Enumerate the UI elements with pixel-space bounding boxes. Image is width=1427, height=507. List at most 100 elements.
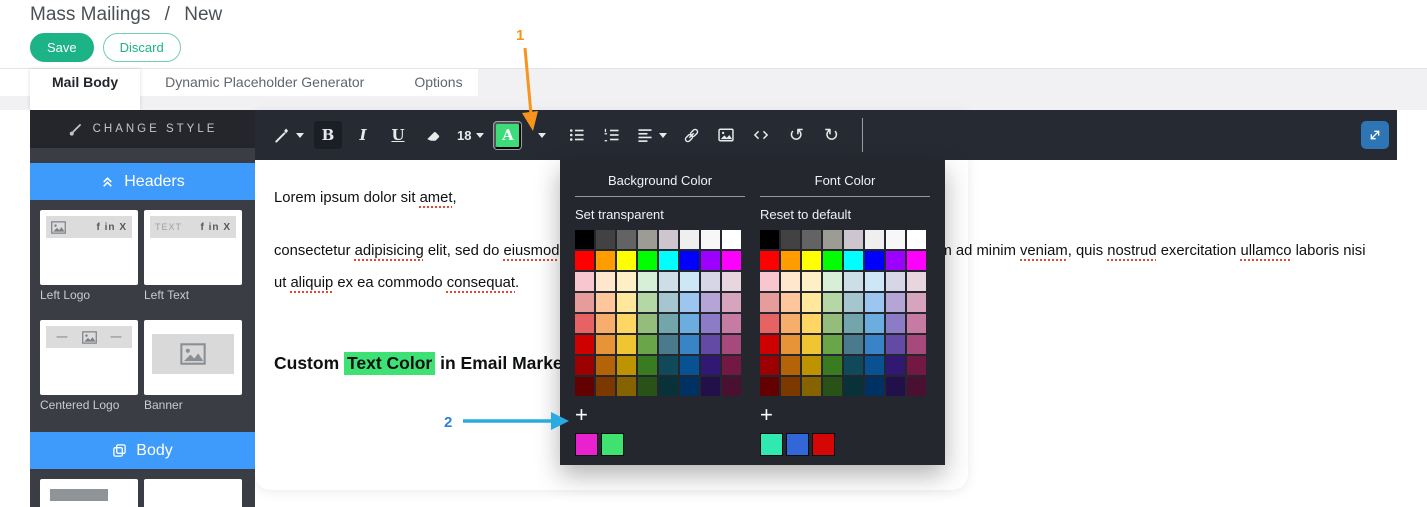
palette-swatch[interactable] bbox=[781, 377, 800, 396]
palette-swatch[interactable] bbox=[659, 251, 678, 270]
reset-to-default-button[interactable]: Reset to default bbox=[760, 207, 930, 222]
redo-button[interactable]: ↻ bbox=[817, 121, 845, 149]
palette-swatch[interactable] bbox=[680, 230, 699, 249]
palette-swatch[interactable] bbox=[844, 335, 863, 354]
palette-swatch[interactable] bbox=[722, 251, 741, 270]
palette-swatch[interactable] bbox=[823, 293, 842, 312]
custom-color-swatch[interactable] bbox=[786, 433, 809, 456]
undo-button[interactable]: ↺ bbox=[782, 121, 810, 149]
palette-swatch[interactable] bbox=[823, 377, 842, 396]
palette-swatch[interactable] bbox=[823, 335, 842, 354]
palette-swatch[interactable] bbox=[886, 356, 905, 375]
palette-swatch[interactable] bbox=[722, 314, 741, 333]
custom-color-swatch[interactable] bbox=[760, 433, 783, 456]
text-color-dropdown-toggle[interactable] bbox=[528, 121, 556, 149]
breadcrumb-root-link[interactable]: Mass Mailings bbox=[30, 4, 150, 25]
palette-swatch[interactable] bbox=[596, 356, 615, 375]
palette-swatch[interactable] bbox=[575, 272, 594, 291]
palette-swatch[interactable] bbox=[781, 335, 800, 354]
tab-mail-body[interactable]: Mail Body bbox=[30, 69, 141, 110]
palette-swatch[interactable] bbox=[760, 272, 779, 291]
palette-swatch[interactable] bbox=[844, 272, 863, 291]
palette-swatch[interactable] bbox=[760, 356, 779, 375]
palette-swatch[interactable] bbox=[865, 272, 884, 291]
add-custom-font-color-button[interactable]: + bbox=[760, 404, 780, 426]
palette-swatch[interactable] bbox=[701, 230, 720, 249]
bold-button[interactable]: B bbox=[314, 121, 342, 149]
palette-swatch[interactable] bbox=[659, 230, 678, 249]
palette-swatch[interactable] bbox=[844, 314, 863, 333]
add-custom-background-color-button[interactable]: + bbox=[575, 404, 595, 426]
palette-swatch[interactable] bbox=[907, 251, 926, 270]
palette-swatch[interactable] bbox=[596, 251, 615, 270]
palette-swatch[interactable] bbox=[760, 230, 779, 249]
palette-swatch[interactable] bbox=[617, 356, 636, 375]
palette-swatch[interactable] bbox=[680, 377, 699, 396]
palette-swatch[interactable] bbox=[865, 356, 884, 375]
palette-swatch[interactable] bbox=[680, 272, 699, 291]
template-left-text[interactable]: TEXT f in X Left Text bbox=[144, 210, 242, 302]
palette-swatch[interactable] bbox=[680, 356, 699, 375]
save-button[interactable]: Save bbox=[30, 33, 94, 62]
palette-swatch[interactable] bbox=[638, 251, 657, 270]
palette-swatch[interactable] bbox=[596, 230, 615, 249]
palette-swatch[interactable] bbox=[701, 314, 720, 333]
style-wand-dropdown[interactable] bbox=[270, 121, 307, 149]
template-centered-logo[interactable]: — — Centered Logo bbox=[40, 320, 138, 412]
palette-swatch[interactable] bbox=[823, 314, 842, 333]
palette-swatch[interactable] bbox=[680, 251, 699, 270]
palette-swatch[interactable] bbox=[886, 293, 905, 312]
palette-swatch[interactable] bbox=[575, 314, 594, 333]
palette-swatch[interactable] bbox=[659, 335, 678, 354]
palette-swatch[interactable] bbox=[760, 335, 779, 354]
template-banner[interactable]: Banner bbox=[144, 320, 242, 412]
palette-swatch[interactable] bbox=[575, 335, 594, 354]
palette-swatch[interactable] bbox=[802, 251, 821, 270]
palette-swatch[interactable] bbox=[907, 314, 926, 333]
palette-swatch[interactable] bbox=[617, 335, 636, 354]
palette-swatch[interactable] bbox=[802, 377, 821, 396]
palette-swatch[interactable] bbox=[722, 230, 741, 249]
discard-button[interactable]: Discard bbox=[102, 33, 181, 62]
custom-color-swatch[interactable] bbox=[575, 433, 598, 456]
palette-swatch[interactable] bbox=[760, 293, 779, 312]
change-style-header[interactable]: CHANGE STYLE bbox=[30, 110, 255, 148]
palette-swatch[interactable] bbox=[596, 293, 615, 312]
palette-swatch[interactable] bbox=[760, 377, 779, 396]
palette-swatch[interactable] bbox=[638, 335, 657, 354]
palette-swatch[interactable] bbox=[680, 314, 699, 333]
palette-swatch[interactable] bbox=[701, 356, 720, 375]
palette-swatch[interactable] bbox=[802, 356, 821, 375]
palette-swatch[interactable] bbox=[844, 377, 863, 396]
palette-swatch[interactable] bbox=[907, 356, 926, 375]
palette-swatch[interactable] bbox=[617, 314, 636, 333]
palette-swatch[interactable] bbox=[617, 293, 636, 312]
palette-swatch[interactable] bbox=[638, 314, 657, 333]
code-view-button[interactable] bbox=[747, 121, 775, 149]
palette-swatch[interactable] bbox=[886, 272, 905, 291]
insert-image-button[interactable] bbox=[712, 121, 740, 149]
font-size-dropdown[interactable]: 18 bbox=[454, 121, 487, 149]
palette-swatch[interactable] bbox=[638, 272, 657, 291]
palette-swatch[interactable] bbox=[802, 293, 821, 312]
sidebar-section-headers[interactable]: Headers bbox=[30, 163, 255, 200]
palette-swatch[interactable] bbox=[722, 272, 741, 291]
palette-swatch[interactable] bbox=[823, 251, 842, 270]
palette-swatch[interactable] bbox=[722, 356, 741, 375]
editor-paragraph[interactable]: Lorem ipsum dolor sit amet, bbox=[274, 190, 457, 206]
palette-swatch[interactable] bbox=[680, 293, 699, 312]
palette-swatch[interactable] bbox=[823, 272, 842, 291]
palette-swatch[interactable] bbox=[781, 230, 800, 249]
palette-swatch[interactable] bbox=[886, 335, 905, 354]
palette-swatch[interactable] bbox=[659, 293, 678, 312]
editor-paragraph[interactable]: ut aliquip ex ea commodo consequat. bbox=[274, 275, 519, 291]
palette-swatch[interactable] bbox=[760, 251, 779, 270]
palette-swatch[interactable] bbox=[886, 314, 905, 333]
palette-swatch[interactable] bbox=[638, 230, 657, 249]
palette-swatch[interactable] bbox=[886, 377, 905, 396]
text-color-button[interactable]: A bbox=[494, 121, 522, 149]
palette-swatch[interactable] bbox=[659, 377, 678, 396]
palette-swatch[interactable] bbox=[617, 230, 636, 249]
tab-dynamic-placeholder-generator[interactable]: Dynamic Placeholder Generator bbox=[140, 69, 389, 96]
palette-swatch[interactable] bbox=[886, 230, 905, 249]
